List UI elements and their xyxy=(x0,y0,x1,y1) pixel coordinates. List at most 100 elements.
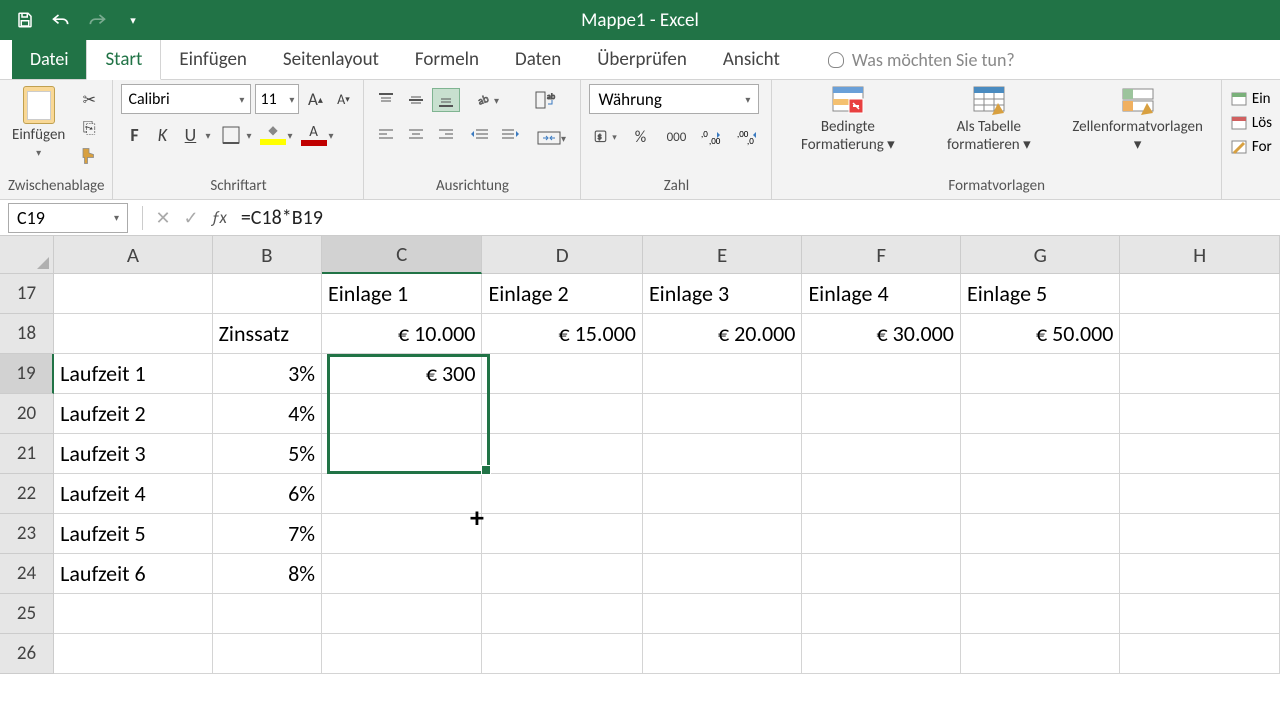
decrease-decimal-button[interactable]: ,00,0 xyxy=(733,124,763,150)
cell-A19[interactable]: Laufzeit 1 xyxy=(54,354,213,394)
orientation-button[interactable]: ab▾ xyxy=(466,88,506,112)
cell-A25[interactable] xyxy=(54,594,213,634)
underline-button[interactable]: U xyxy=(177,122,203,148)
row-header-24[interactable]: 24 xyxy=(0,554,54,594)
row-header-25[interactable]: 25 xyxy=(0,594,54,634)
cell-F23[interactable] xyxy=(802,514,961,554)
cell-G26[interactable] xyxy=(961,634,1121,674)
cell-B20[interactable]: 4% xyxy=(213,394,322,434)
save-icon[interactable] xyxy=(14,9,36,31)
font-name-select[interactable]: Calibri▾ xyxy=(121,84,251,114)
tab-review[interactable]: Überprüfen xyxy=(579,40,705,79)
fx-icon[interactable]: ƒx xyxy=(211,207,227,228)
cell-F24[interactable] xyxy=(802,554,961,594)
cell-A24[interactable]: Laufzeit 6 xyxy=(54,554,213,594)
cell-B21[interactable]: 5% xyxy=(213,434,322,474)
cell-H24[interactable] xyxy=(1120,554,1280,594)
redo-icon[interactable] xyxy=(86,9,108,31)
cell-F26[interactable] xyxy=(802,634,961,674)
format-as-table-button[interactable]: Als Tabelle formatieren ▾ xyxy=(921,84,1056,154)
col-header-E[interactable]: E xyxy=(643,236,803,274)
cell-E17[interactable]: Einlage 3 xyxy=(643,274,803,314)
cell-E21[interactable] xyxy=(643,434,803,474)
cell-F17[interactable]: Einlage 4 xyxy=(802,274,961,314)
cell-B17[interactable] xyxy=(213,274,322,314)
cell-H21[interactable] xyxy=(1120,434,1280,474)
cell-A26[interactable] xyxy=(54,634,213,674)
undo-icon[interactable] xyxy=(50,9,72,31)
row-header-20[interactable]: 20 xyxy=(0,394,54,434)
cell-C20[interactable] xyxy=(322,394,482,434)
row-header-17[interactable]: 17 xyxy=(0,274,54,314)
cell-G17[interactable]: Einlage 5 xyxy=(961,274,1121,314)
row-header-23[interactable]: 23 xyxy=(0,514,54,554)
increase-decimal-button[interactable]: ,0,00 xyxy=(697,124,727,150)
tab-start[interactable]: Start xyxy=(86,39,161,80)
row-header-21[interactable]: 21 xyxy=(0,434,54,474)
cell-B25[interactable] xyxy=(213,594,322,634)
fill-color-button[interactable] xyxy=(260,122,286,148)
cell-H25[interactable] xyxy=(1120,594,1280,634)
cell-C26[interactable] xyxy=(322,634,482,674)
align-bottom-button[interactable] xyxy=(432,88,460,112)
col-header-H[interactable]: H xyxy=(1120,236,1280,274)
cell-D21[interactable] xyxy=(482,434,642,474)
cell-F25[interactable] xyxy=(802,594,961,634)
name-box[interactable]: C19▾ xyxy=(8,203,128,233)
format-cells-button[interactable]: For xyxy=(1230,138,1272,156)
tab-pagelayout[interactable]: Seitenlayout xyxy=(265,40,397,79)
cell-B18[interactable]: Zinssatz xyxy=(213,314,322,354)
row-header-18[interactable]: 18 xyxy=(0,314,54,354)
col-header-A[interactable]: A xyxy=(54,236,213,274)
cell-D24[interactable] xyxy=(482,554,642,594)
cell-G19[interactable] xyxy=(961,354,1121,394)
cell-E26[interactable] xyxy=(643,634,803,674)
cell-D17[interactable]: Einlage 2 xyxy=(482,274,642,314)
cell-G18[interactable]: € 50.000 xyxy=(961,314,1121,354)
col-header-B[interactable]: B xyxy=(213,236,322,274)
cell-A17[interactable] xyxy=(54,274,213,314)
tab-view[interactable]: Ansicht xyxy=(705,40,798,79)
paste-button[interactable]: Einfügen ▾ xyxy=(8,84,69,161)
increase-font-button[interactable]: A▴ xyxy=(303,85,327,113)
thousand-sep-button[interactable]: 000 xyxy=(661,124,691,150)
percent-button[interactable]: % xyxy=(625,124,655,150)
font-color-button[interactable]: A xyxy=(301,122,327,148)
cell-A22[interactable]: Laufzeit 4 xyxy=(54,474,213,514)
align-right-button[interactable] xyxy=(432,122,460,146)
cell-C23[interactable] xyxy=(322,514,482,554)
cell-B22[interactable]: 6% xyxy=(213,474,322,514)
cell-H19[interactable] xyxy=(1120,354,1280,394)
cell-C21[interactable] xyxy=(322,434,482,474)
insert-cells-button[interactable]: Ein xyxy=(1230,90,1271,108)
align-middle-button[interactable] xyxy=(402,88,430,112)
cell-A18[interactable] xyxy=(54,314,213,354)
cell-D23[interactable] xyxy=(482,514,642,554)
cell-H18[interactable] xyxy=(1120,314,1280,354)
wrap-text-button[interactable]: ab xyxy=(530,88,562,112)
cell-C18[interactable]: € 10.000 xyxy=(322,314,482,354)
cell-F22[interactable] xyxy=(802,474,961,514)
tab-formulas[interactable]: Formeln xyxy=(397,40,497,79)
cell-C24[interactable] xyxy=(322,554,482,594)
cell-A21[interactable]: Laufzeit 3 xyxy=(54,434,213,474)
select-all-corner[interactable] xyxy=(0,236,54,274)
decrease-indent-button[interactable] xyxy=(466,122,494,146)
cell-B24[interactable]: 8% xyxy=(213,554,322,594)
cell-B19[interactable]: 3% xyxy=(213,354,322,394)
col-header-C[interactable]: C xyxy=(322,236,482,274)
row-header-19[interactable]: 19 xyxy=(0,354,54,394)
cell-F21[interactable] xyxy=(802,434,961,474)
align-center-button[interactable] xyxy=(402,122,430,146)
copy-button[interactable]: ⎘ xyxy=(75,116,103,140)
row-header-22[interactable]: 22 xyxy=(0,474,54,514)
cell-E22[interactable] xyxy=(643,474,803,514)
cell-H17[interactable] xyxy=(1120,274,1280,314)
conditional-format-button[interactable]: Bedingte Formatierung ▾ xyxy=(780,84,915,154)
cell-D19[interactable] xyxy=(482,354,642,394)
format-painter-button[interactable] xyxy=(75,144,103,168)
cell-G23[interactable] xyxy=(961,514,1121,554)
qat-customize-icon[interactable]: ▾ xyxy=(122,9,144,31)
col-header-D[interactable]: D xyxy=(482,236,642,274)
font-size-select[interactable]: 11▾ xyxy=(255,84,299,114)
